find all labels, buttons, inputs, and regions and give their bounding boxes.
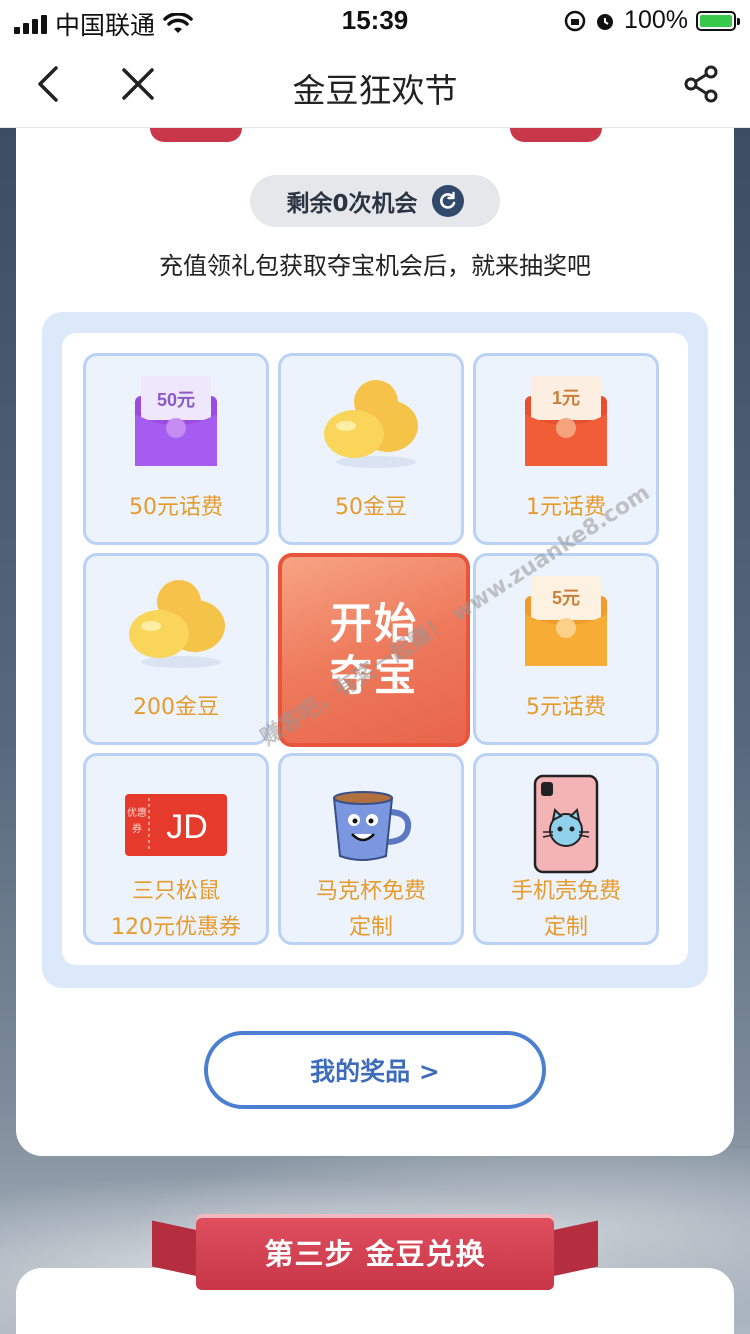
envelope-badge: 5元 (552, 588, 580, 608)
prize-cell: 马克杯免费 定制 (278, 753, 464, 945)
my-prizes-label: 我的奖品 > (310, 1057, 440, 1086)
prize-cell: 200金豆 (83, 553, 269, 745)
prize-label: 50元话费 (129, 495, 223, 520)
gold-beans-icon (129, 580, 225, 668)
prize-label-line1: 手机壳免费 (510, 879, 621, 904)
step3-banner: 第三步 金豆兑换 (196, 1214, 554, 1290)
red-envelope-icon: 1元 (525, 376, 607, 466)
prize-label: 50金豆 (335, 495, 407, 520)
prize-cell: 优惠 券 JD 三只松鼠 120元优惠券 (83, 753, 269, 945)
coupon-tag-line1: 优惠 (127, 806, 147, 819)
rotation-lock-icon (564, 10, 586, 31)
my-prizes-button[interactable]: 我的奖品 > (204, 1031, 546, 1109)
remaining-chances-text: 剩余0次机会 (286, 191, 418, 217)
purple-red-envelope-icon: 50元 (135, 376, 217, 466)
envelope-badge: 50元 (157, 390, 195, 410)
envelope-badge: 1元 (552, 388, 580, 408)
share-icon[interactable] (682, 64, 722, 104)
prize-label-line1: 三只松鼠 (131, 879, 220, 904)
prize-label-line2: 定制 (543, 915, 588, 940)
prize-label: 5元话费 (526, 695, 606, 720)
remaining-chances-pill: 剩余0次机会 (250, 175, 500, 227)
lottery-hint: 充值领礼包获取夺宝机会后，就来抽奖吧 (159, 252, 591, 280)
jd-coupon-icon: 优惠 券 JD (125, 794, 227, 856)
ribbon-decoration (150, 128, 242, 142)
mug-icon (332, 791, 412, 861)
battery-percent: 100% (624, 6, 688, 34)
alarm-icon (597, 13, 614, 30)
prize-label-line1: 马克杯免费 (315, 879, 426, 904)
status-right: 100% (564, 6, 740, 35)
phone-case-icon (533, 774, 599, 874)
prize-cell: 50金豆 (278, 353, 464, 545)
nav-bar: 金豆狂欢节 (0, 42, 750, 128)
prize-label-line2: 定制 (348, 915, 393, 940)
refresh-icon[interactable] (431, 185, 464, 217)
prize-label-line2: 120元优惠券 (111, 915, 241, 940)
coupon-brand: JD (166, 808, 208, 846)
prize-cell: 手机壳免费 定制 (473, 753, 659, 945)
page-title: 金豆狂欢节 (292, 71, 458, 110)
prize-label: 200金豆 (133, 695, 219, 720)
ribbon-decoration (510, 128, 602, 142)
status-bar: 中国联通 15:39 100% (0, 0, 750, 42)
coupon-tag-line2: 券 (132, 822, 142, 835)
battery-icon (696, 10, 740, 31)
prize-cell: 50元 50元话费 (83, 353, 269, 545)
step3-title: 第三步 金豆兑换 (264, 1237, 486, 1271)
orange-envelope-icon: 5元 (525, 576, 607, 666)
gold-beans-icon (324, 380, 418, 468)
